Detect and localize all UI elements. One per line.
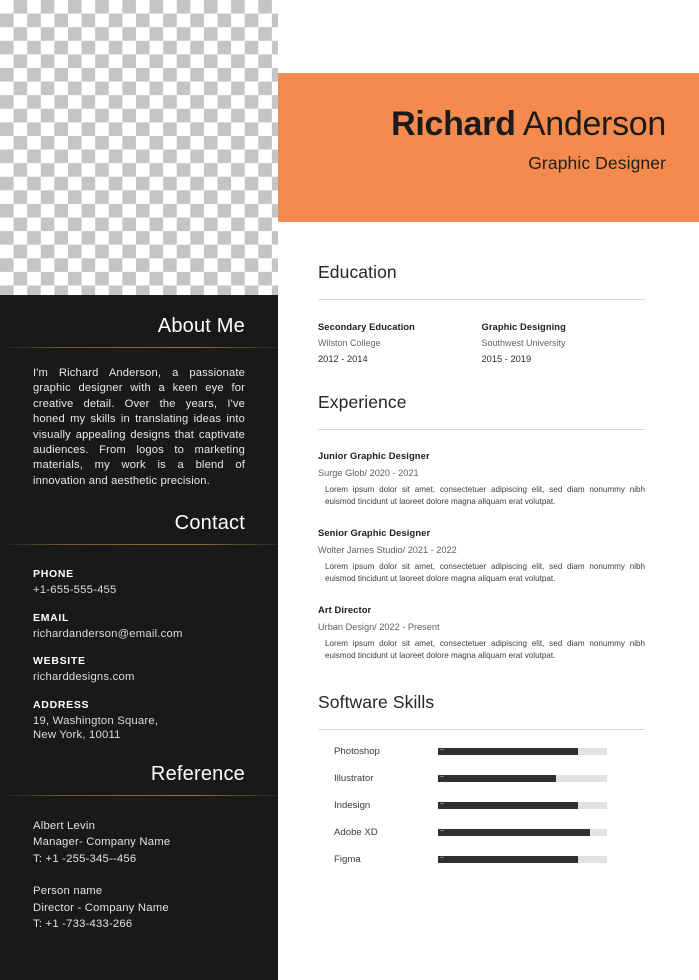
contact-item: PHONE +1-655-555-455 bbox=[33, 568, 245, 598]
reference-role: Manager- Company Name bbox=[33, 836, 171, 849]
education-years: 2015 - 2019 bbox=[481, 354, 532, 364]
about-text: I'm Richard Anderson, a passionate graph… bbox=[33, 367, 245, 487]
experience-meta: Wolter James Studio/ 2021 - 2022 bbox=[318, 545, 457, 556]
first-name: Richard bbox=[391, 105, 516, 143]
experience-list: Junior Graphic Designer Surge Glob/ 2020 … bbox=[318, 450, 645, 662]
skill-row: Indesign bbox=[318, 800, 645, 811]
education-heading: Education bbox=[318, 262, 397, 282]
experience-item: Senior Graphic Designer Wolter James Stud… bbox=[318, 527, 645, 584]
reference-phone: T: +1 -733-433-266 bbox=[33, 918, 133, 931]
skills-divider bbox=[318, 728, 645, 730]
experience-heading: Experience bbox=[318, 392, 407, 412]
skills-section: Software Skills Photoshop Illustrator Inde… bbox=[318, 692, 645, 865]
skill-progress-track bbox=[438, 774, 607, 782]
skill-progress-fill bbox=[438, 747, 579, 755]
reference-phone: T: +1 -255-345--456 bbox=[33, 852, 137, 865]
skill-progress-fill bbox=[438, 774, 557, 782]
reference-section: Reference Albert Levin Manager- Company N… bbox=[0, 743, 278, 933]
skill-name: Adobe XD bbox=[334, 826, 378, 838]
reference-list: Albert Levin Manager- Company Name T: +1 -… bbox=[0, 796, 278, 933]
education-title: Graphic Designing bbox=[481, 322, 566, 332]
skill-progress-track bbox=[438, 855, 607, 863]
name-banner: Richard Anderson Graphic Designer bbox=[278, 73, 699, 222]
experience-desc: Lorem ipsum dolor sit amet, consectetuer… bbox=[325, 639, 645, 660]
main-column: Education Secondary Education Wilston Col… bbox=[318, 262, 645, 865]
contact-item-value[interactable]: richarddesigns.com bbox=[33, 670, 245, 685]
experience-role: Art Director bbox=[318, 604, 372, 616]
experience-item: Junior Graphic Designer Surge Glob/ 2020 … bbox=[318, 450, 645, 507]
skill-row: Adobe XD bbox=[318, 827, 645, 838]
education-item: Secondary Education Wilston College 2012 -… bbox=[318, 322, 482, 364]
contact-item-label: ADDRESS bbox=[33, 698, 90, 711]
about-divider bbox=[0, 347, 278, 348]
experience-meta: Surge Glob/ 2020 - 2021 bbox=[318, 468, 419, 478]
contact-list: PHONE +1-655-555-455 EMAIL richardanderson@… bbox=[0, 545, 278, 743]
contact-heading: Contact bbox=[174, 512, 245, 535]
education-list: Secondary Education Wilston College 2012 -… bbox=[318, 322, 645, 364]
skill-row: Photoshop bbox=[318, 746, 645, 757]
last-name: Anderson bbox=[522, 105, 666, 143]
education-school: Southwest University bbox=[481, 338, 566, 348]
skill-name: Illustrator bbox=[334, 772, 374, 784]
skills-heading: Software Skills bbox=[318, 691, 435, 712]
reference-heading: Reference bbox=[150, 762, 245, 785]
skill-name: Figma bbox=[334, 853, 361, 865]
education-school: Wilston College bbox=[318, 338, 381, 348]
contact-item-label: EMAIL bbox=[33, 611, 70, 624]
about-heading: About Me bbox=[157, 315, 245, 337]
skill-name: Indesign bbox=[334, 799, 371, 811]
experience-section: Experience Junior Graphic Designer Surge … bbox=[318, 392, 645, 662]
experience-role: Senior Graphic Designer bbox=[318, 527, 431, 539]
page-title: Richard Anderson bbox=[278, 103, 666, 145]
education-item: Graphic Designing Southwest University 201… bbox=[482, 322, 646, 364]
experience-item: Art Director Urban Design/ 2022 - Present… bbox=[318, 604, 645, 661]
skill-progress-track bbox=[438, 828, 607, 836]
skill-name: Photoshop bbox=[334, 745, 380, 757]
contact-section: Contact PHONE +1-655-555-455 EMAIL richarda… bbox=[0, 489, 278, 743]
sidebar: About Me I'm Richard Anderson, a passion… bbox=[0, 295, 278, 980]
experience-divider bbox=[318, 429, 645, 430]
reference-name: Person name bbox=[33, 885, 103, 898]
contact-item: ADDRESS 19, Washington Square, New York, … bbox=[33, 699, 245, 743]
skill-progress-track bbox=[438, 801, 607, 809]
resume-page: Richard Anderson Graphic Designer About … bbox=[0, 0, 699, 980]
experience-meta: Urban Design/ 2022 - Present bbox=[318, 622, 440, 633]
skill-progress-fill bbox=[438, 855, 579, 863]
skills-list: Photoshop Illustrator Indesign Adobe XD Figm… bbox=[318, 746, 645, 865]
skill-row: Figma bbox=[318, 854, 645, 865]
reference-name: Albert Levin bbox=[33, 819, 96, 832]
contact-item-value[interactable]: 19, Washington Square, New York, 10011 bbox=[33, 714, 245, 743]
contact-item-label: PHONE bbox=[33, 568, 74, 581]
skill-progress-fill bbox=[438, 801, 579, 809]
skill-progress-fill bbox=[438, 828, 591, 836]
skill-progress-track bbox=[438, 747, 607, 755]
education-years: 2012 - 2014 bbox=[318, 354, 368, 364]
skill-row: Illustrator bbox=[318, 773, 645, 784]
education-section: Education Secondary Education Wilston Col… bbox=[318, 262, 645, 364]
reference-role: Director - Company Name bbox=[33, 901, 169, 914]
contact-item-value[interactable]: richardanderson@email.com bbox=[33, 627, 245, 642]
experience-desc: Lorem ipsum dolor sit amet, consectetuer… bbox=[325, 485, 645, 506]
contact-item: EMAIL richardanderson@email.com bbox=[33, 612, 245, 642]
contact-item-label: WEBSITE bbox=[33, 655, 86, 668]
education-title: Secondary Education bbox=[318, 322, 415, 332]
contact-item-value[interactable]: +1-655-555-455 bbox=[33, 583, 245, 598]
experience-desc: Lorem ipsum dolor sit amet, consectetuer… bbox=[325, 562, 645, 583]
contact-item: WEBSITE richarddesigns.com bbox=[33, 655, 245, 685]
job-title: Graphic Designer bbox=[528, 153, 666, 173]
experience-role: Junior Graphic Designer bbox=[318, 450, 430, 461]
about-section: About Me I'm Richard Anderson, a passion… bbox=[0, 295, 278, 489]
photo-placeholder-checkerboard bbox=[0, 0, 278, 295]
reference-item: Albert Levin Manager- Company Name T: +1 -… bbox=[33, 818, 245, 868]
reference-item: Person name Director - Company Name T: +1 … bbox=[33, 883, 245, 933]
education-divider bbox=[318, 299, 645, 300]
